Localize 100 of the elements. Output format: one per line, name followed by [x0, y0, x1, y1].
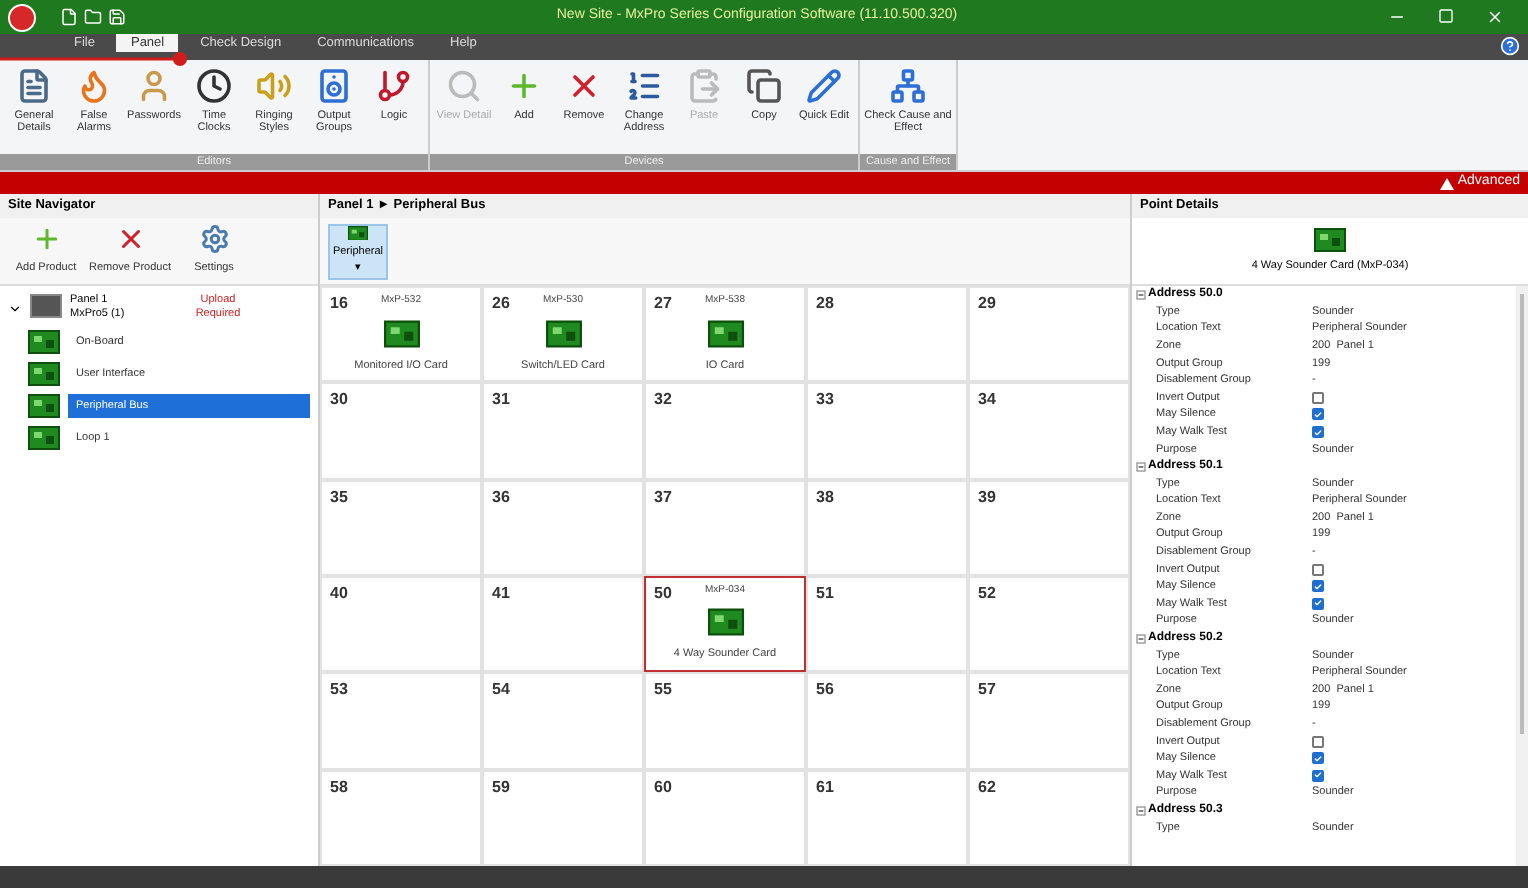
close-icon[interactable]	[1486, 8, 1504, 26]
slot-address: 37	[654, 485, 672, 510]
property-checkbox[interactable]	[1312, 426, 1324, 439]
bus-slot[interactable]: 40	[320, 575, 482, 673]
slot-address: 16	[330, 292, 348, 316]
property-checkbox[interactable]	[1312, 580, 1324, 593]
slot-address: 57	[978, 678, 996, 703]
slot-address: 56	[816, 678, 834, 703]
bus-slot[interactable]: 38	[806, 479, 968, 576]
list-icon	[626, 68, 662, 104]
property-checkbox[interactable]	[1312, 752, 1324, 765]
bus-slot[interactable]: 31	[482, 382, 644, 480]
clock-icon	[196, 68, 232, 104]
bus-slot[interactable]: 28	[806, 286, 968, 383]
bus-slot[interactable]: 41	[482, 575, 644, 673]
copy-icon	[746, 68, 782, 104]
document-icon	[16, 68, 52, 104]
speaker-group-icon	[316, 68, 352, 104]
collapse-icon[interactable]	[1136, 805, 1146, 816]
circuit-card-icon	[707, 608, 743, 637]
circuit-card-icon	[28, 394, 60, 418]
network-icon	[890, 68, 926, 104]
slot-address: 58	[330, 775, 348, 800]
bus-slot[interactable]: 54	[482, 672, 644, 770]
bus-slot[interactable]: 52	[968, 575, 1130, 673]
bus-slot[interactable]: 29	[968, 286, 1130, 383]
bus-slot[interactable]: 30	[320, 382, 482, 480]
clipboard-icon	[686, 68, 722, 104]
bus-slot[interactable]: 59	[482, 769, 644, 866]
circuit-card-icon	[707, 319, 743, 347]
slot-address: 38	[816, 485, 834, 510]
flame-icon	[76, 68, 112, 104]
collapse-icon[interactable]	[1136, 289, 1146, 300]
expand-icon[interactable]	[8, 302, 22, 316]
circuit-card-icon	[28, 362, 60, 386]
property-checkbox[interactable]	[1312, 769, 1324, 782]
bus-slot[interactable]: 39	[968, 479, 1130, 576]
new-file-icon[interactable]	[60, 8, 78, 26]
slot-address: 39	[978, 485, 996, 510]
slot-address: 33	[816, 388, 834, 413]
slot-address: 28	[816, 292, 834, 316]
slot-address: 36	[492, 485, 510, 510]
slot-address: 52	[978, 581, 996, 606]
bus-slot[interactable]: 36	[482, 479, 644, 576]
bus-slot[interactable]: 34	[968, 382, 1130, 480]
circuit-card-icon	[545, 319, 581, 347]
help-icon[interactable]	[1500, 36, 1520, 56]
slot-address: 53	[330, 678, 348, 703]
property-checkbox[interactable]	[1312, 563, 1324, 576]
slot-address: 34	[978, 388, 996, 413]
property-checkbox[interactable]	[1312, 408, 1324, 421]
slot-address: 30	[330, 388, 348, 413]
plus-icon	[506, 68, 542, 104]
circuit-card-icon	[28, 330, 60, 354]
slot-address: 59	[492, 775, 510, 800]
folder-icon[interactable]	[84, 8, 102, 26]
slot-address: 62	[978, 775, 996, 800]
slot-address: 50	[654, 581, 672, 606]
slot-address: 60	[654, 775, 672, 800]
save-icon[interactable]	[108, 8, 126, 26]
property-checkbox[interactable]	[1312, 391, 1324, 404]
maximize-icon[interactable]	[1438, 8, 1454, 24]
logic-gate-icon	[376, 68, 412, 104]
bus-slot[interactable]: 57	[968, 672, 1130, 770]
bus-slot[interactable]: 53	[320, 672, 482, 770]
app-logo-icon[interactable]	[8, 3, 36, 31]
person-icon	[136, 68, 172, 104]
bus-slot[interactable]: 55	[644, 672, 806, 770]
bus-slot[interactable]: 56	[806, 672, 968, 770]
slot-address: 27	[654, 292, 672, 316]
slot-address: 55	[654, 678, 672, 703]
bus-slot[interactable]: 60	[644, 769, 806, 866]
bus-slot[interactable]: 37	[644, 479, 806, 576]
slot-address: 29	[978, 292, 996, 316]
property-checkbox[interactable]	[1312, 735, 1324, 748]
slot-address: 40	[330, 581, 348, 606]
brand-logo-icon	[1439, 177, 1454, 189]
slot-address: 32	[654, 388, 672, 413]
collapse-icon[interactable]	[1136, 633, 1146, 644]
pencil-icon	[806, 68, 842, 104]
collapse-icon[interactable]	[1136, 461, 1146, 472]
circuit-card-icon	[1314, 227, 1346, 252]
slot-address: 31	[492, 388, 510, 413]
property-checkbox[interactable]	[1312, 597, 1324, 610]
bus-slot[interactable]: 61	[806, 769, 968, 866]
bus-slot[interactable]: 62	[968, 769, 1130, 866]
scrollbar[interactable]	[1516, 286, 1528, 866]
circuit-card-icon	[342, 225, 374, 240]
bus-slot[interactable]: 32	[644, 382, 806, 480]
bus-slot[interactable]: 51	[806, 575, 968, 673]
slot-address: 35	[330, 485, 348, 510]
bus-slot[interactable]: 58	[320, 769, 482, 866]
bus-slot[interactable]: 35	[320, 479, 482, 576]
slot-address: 26	[492, 292, 510, 316]
slot-address: 41	[492, 581, 510, 606]
slot-address: 54	[492, 678, 510, 703]
panel-device-icon	[30, 294, 62, 318]
plus-icon	[31, 223, 61, 254]
circuit-card-icon	[383, 319, 419, 347]
bus-slot[interactable]: 33	[806, 382, 968, 480]
